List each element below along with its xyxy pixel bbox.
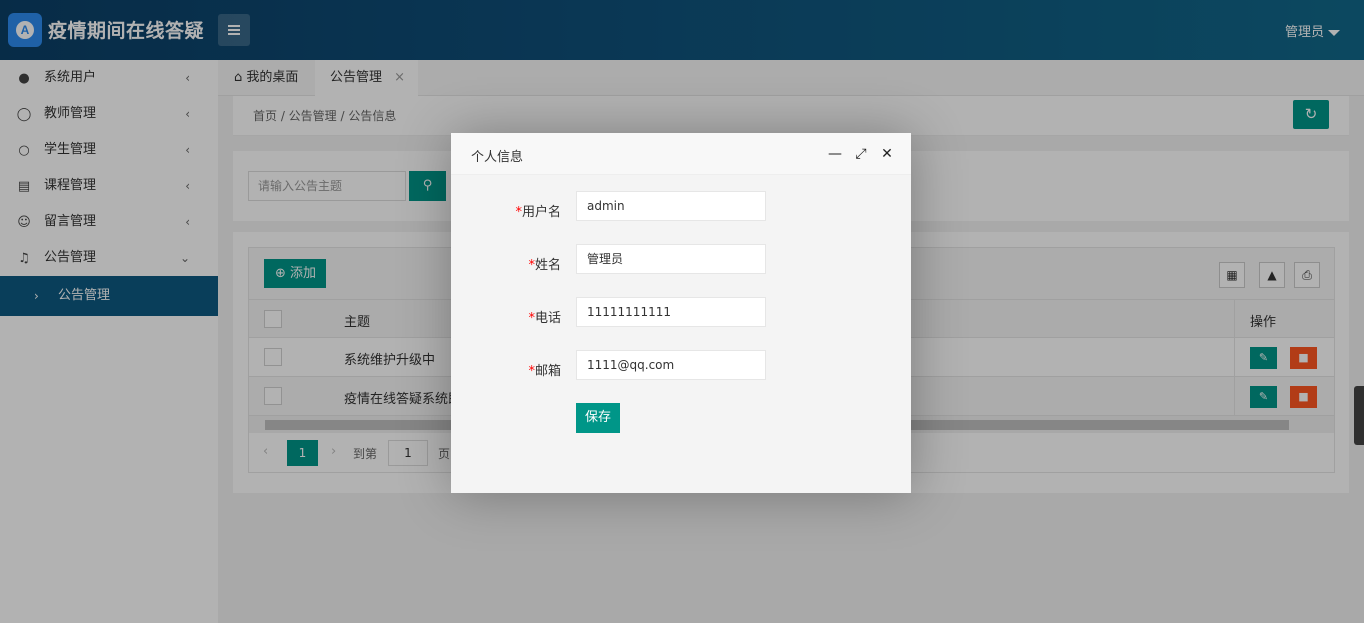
field-label-email: *邮箱 xyxy=(528,364,561,379)
modal-body: *用户名 admin *姓名 管理员 *电话 11111111111 *邮箱 1… xyxy=(451,175,911,493)
field-label-username: *用户名 xyxy=(515,205,561,220)
modal-title: 个人信息 xyxy=(471,150,524,165)
profile-modal: 个人信息 — ⤢ ✕ *用户名 admin *姓名 管理员 *电话 111111… xyxy=(451,133,911,493)
phone-field[interactable]: 11111111111 xyxy=(576,297,766,327)
field-label-phone: *电话 xyxy=(528,311,561,326)
name-field[interactable]: 管理员 xyxy=(576,244,766,274)
minimize-icon[interactable]: — xyxy=(827,146,843,162)
save-button[interactable]: 保存 xyxy=(576,403,620,433)
field-label-name: *姓名 xyxy=(528,258,561,273)
modal-header: 个人信息 — ⤢ ✕ xyxy=(451,133,911,175)
username-field[interactable]: admin xyxy=(576,191,766,221)
email-field[interactable]: 1111@qq.com xyxy=(576,350,766,380)
maximize-icon[interactable]: ⤢ xyxy=(853,146,869,162)
close-icon[interactable]: ✕ xyxy=(879,146,895,162)
